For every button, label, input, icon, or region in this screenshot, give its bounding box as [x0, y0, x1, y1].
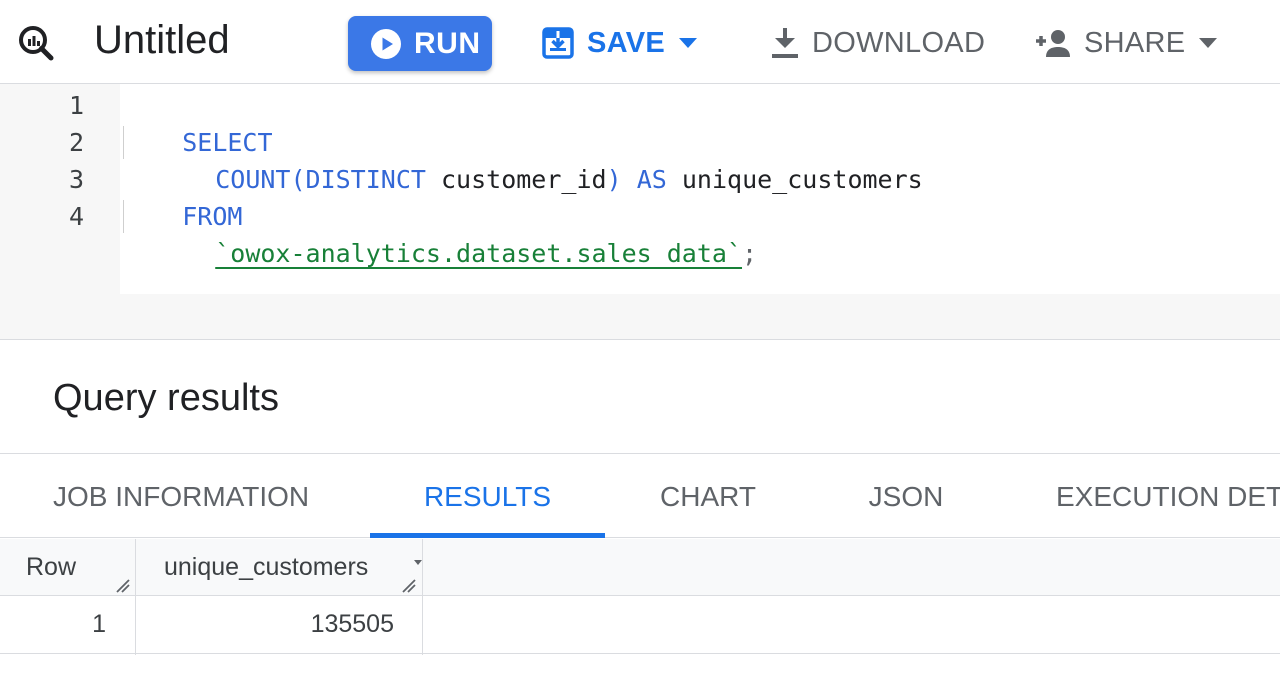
chevron-down-icon[interactable] [1199, 38, 1218, 48]
code-line-1[interactable]: SELECT [122, 87, 272, 157]
unique-customers-cell[interactable]: 135505 [136, 596, 394, 653]
column-divider [422, 539, 423, 655]
sql-alias: unique_customers [681, 165, 923, 194]
save-icon [542, 27, 574, 59]
column-divider [135, 539, 136, 655]
tab-execution-details[interactable]: EXECUTION DETA [1056, 455, 1280, 538]
code-line-3[interactable]: FROM [122, 161, 242, 231]
sql-paren: ) [606, 165, 622, 194]
line-number: 2 [68, 128, 84, 157]
run-button-label: RUN [414, 26, 481, 60]
person-add-icon [1036, 30, 1070, 57]
column-header-row: Row [26, 552, 77, 581]
table-header-row: Row unique_customers [0, 539, 1280, 596]
sql-identifier: customer_id [441, 165, 607, 194]
query-editor-area: 1 2 3 4 SELECT COUNT(DISTINCT customer_i… [0, 84, 1280, 340]
sort-icon[interactable] [414, 559, 422, 567]
query-title[interactable]: Untitled [94, 16, 230, 64]
download-button-label: DOWNLOAD [812, 26, 986, 59]
tab-json[interactable]: JSON [846, 455, 966, 538]
sql-keyword: COUNT(DISTINCT [215, 165, 426, 194]
share-button-label: SHARE [1084, 26, 1186, 59]
column-resize-icon[interactable] [114, 577, 130, 593]
results-title: Query results [53, 377, 279, 419]
results-header: Query results [0, 340, 1280, 454]
play-icon [371, 28, 401, 59]
sql-table-reference[interactable]: `owox-analytics.dataset.sales_data` [215, 239, 742, 268]
sql-keyword: AS [636, 165, 667, 194]
run-button[interactable]: RUN [348, 16, 492, 71]
row-number-cell: 1 [92, 610, 106, 638]
chevron-down-icon[interactable] [679, 38, 698, 48]
code-line-4[interactable]: `owox-analytics.dataset.sales_data`; [155, 198, 757, 268]
line-number: 3 [68, 165, 84, 194]
code-line-2[interactable]: COUNT(DISTINCT customer_id) AS unique_cu… [155, 124, 922, 194]
download-button[interactable]: DOWNLOAD [770, 18, 985, 68]
results-tabs: JOB INFORMATION RESULTS CHART JSON EXECU… [0, 455, 1280, 538]
bigquery-logo-icon [19, 26, 54, 61]
line-number: 1 [68, 91, 84, 120]
save-button-label: SAVE [587, 26, 666, 59]
editor-toolbar: Untitled RUN SAVE DOWNLOAD SHARE [0, 0, 1280, 84]
share-button[interactable]: SHARE [1034, 18, 1218, 68]
active-tab-indicator [370, 533, 605, 538]
download-icon [772, 28, 798, 58]
sql-semicolon: ; [742, 239, 758, 268]
tab-chart[interactable]: CHART [640, 455, 776, 538]
column-resize-icon[interactable] [400, 577, 416, 593]
table-row: 1 135505 [0, 596, 1280, 654]
column-header-unique-customers[interactable]: unique_customers [164, 539, 404, 595]
tab-results[interactable]: RESULTS [370, 455, 605, 538]
save-button[interactable]: SAVE [541, 18, 698, 68]
tab-job-information[interactable]: JOB INFORMATION [53, 455, 315, 538]
line-number: 4 [68, 202, 84, 231]
